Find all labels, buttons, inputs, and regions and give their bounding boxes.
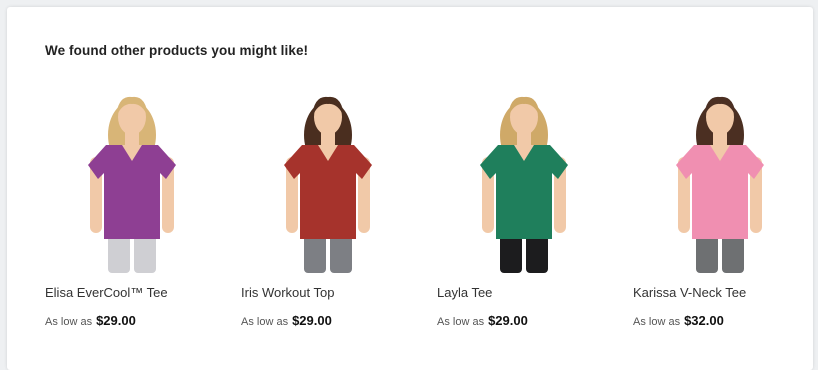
product-card-karissa[interactable]: Karissa V-Neck Tee As low as $32.00	[633, 87, 808, 337]
product-name-link[interactable]: Karissa V-Neck Tee	[633, 285, 746, 300]
product-image[interactable]	[437, 87, 612, 273]
price-label: As low as	[437, 316, 485, 328]
product-name-link[interactable]: Iris Workout Top	[241, 285, 334, 300]
product-image[interactable]	[633, 87, 808, 273]
price-value: $29.00	[292, 313, 332, 328]
price-value: $29.00	[488, 313, 528, 328]
product-card-layla[interactable]: Layla Tee As low as $29.00	[437, 87, 612, 337]
model-photo	[480, 96, 568, 273]
model-photo	[88, 96, 176, 273]
price-label: As low as	[633, 316, 681, 328]
product-image[interactable]	[241, 87, 416, 273]
product-card-iris[interactable]: Iris Workout Top As low as $29.00	[241, 87, 416, 337]
price-box: As low as $32.00	[633, 313, 724, 328]
product-name-link[interactable]: Elisa EverCool™ Tee	[45, 285, 168, 300]
model-photo	[284, 96, 372, 273]
price-label: As low as	[241, 316, 289, 328]
price-box: As low as $29.00	[45, 313, 136, 328]
price-box: As low as $29.00	[437, 313, 528, 328]
price-label: As low as	[45, 316, 93, 328]
product-card-elisa[interactable]: Elisa EverCool™ Tee As low as $29.00	[45, 87, 220, 337]
recommendations-panel: We found other products you might like! …	[7, 7, 813, 370]
price-value: $29.00	[96, 313, 136, 328]
section-heading: We found other products you might like!	[45, 43, 309, 58]
product-grid: Elisa EverCool™ Tee As low as $29.00 Iri…	[45, 87, 805, 337]
price-box: As low as $29.00	[241, 313, 332, 328]
price-value: $32.00	[684, 313, 724, 328]
product-image[interactable]	[45, 87, 220, 273]
model-photo	[676, 96, 764, 273]
product-name-link[interactable]: Layla Tee	[437, 285, 492, 300]
